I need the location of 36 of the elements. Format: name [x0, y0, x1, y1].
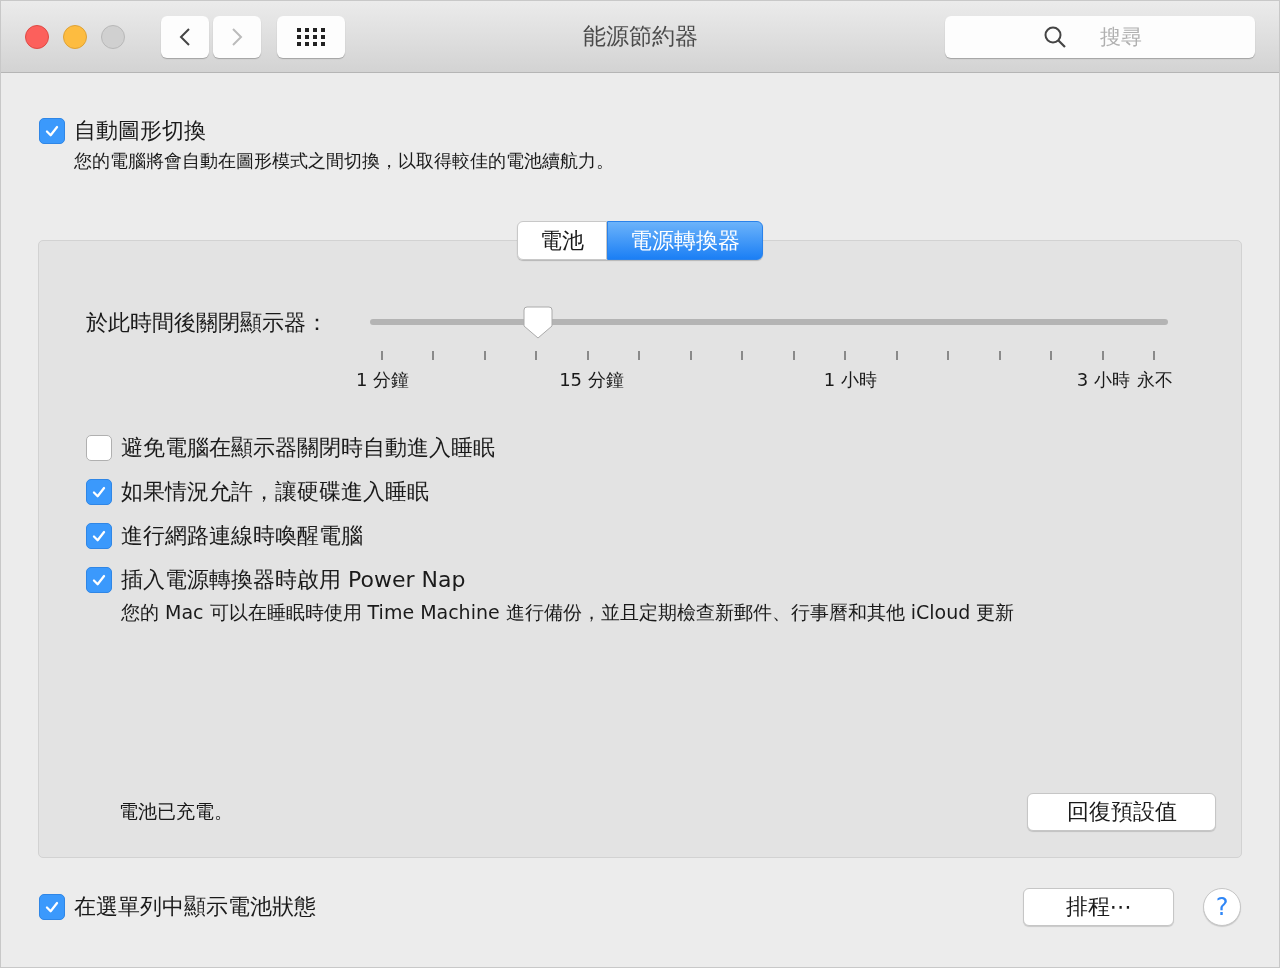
slider[interactable] — [370, 306, 1168, 340]
option-label: 避免電腦在顯示器關閉時自動進入睡眠 — [121, 434, 495, 462]
close-button[interactable] — [25, 24, 49, 49]
search-icon — [1043, 24, 1067, 49]
window-title: 能源節約器 — [582, 22, 698, 51]
grid-icon — [297, 27, 325, 46]
search-field[interactable]: 搜尋 — [945, 15, 1255, 58]
option-label: 進行網路連線時喚醒電腦 — [121, 522, 363, 550]
checkbox[interactable] — [86, 435, 112, 461]
tick-label: 15 分鐘 — [559, 368, 624, 392]
option-label: 在選單列中顯示電池狀態 — [74, 893, 316, 921]
tick-label: 3 小時 — [1076, 368, 1130, 392]
tab[interactable]: 電池 — [517, 221, 607, 260]
checked-checkbox[interactable] — [39, 118, 65, 144]
help-button[interactable]: ? — [1203, 888, 1241, 926]
restore-defaults-button[interactable]: 回復預設值 — [1027, 793, 1216, 831]
show-all-button[interactable] — [277, 15, 345, 58]
tick-label: 1 小時 — [823, 368, 877, 392]
option-description: 您的 Mac 可以在睡眠時使用 Time Machine 進行備份，並且定期檢查新郵件、行事曆和其他 iCloud 更新 — [121, 600, 1016, 625]
checked-checkbox[interactable] — [86, 523, 112, 549]
tick-label: 永不 — [1137, 368, 1173, 392]
chevron-right-icon — [231, 26, 243, 47]
option-label: 如果情況允許，讓硬碟進入睡眠 — [121, 478, 429, 506]
checked-checkbox[interactable] — [86, 567, 112, 593]
option-label: 自動圖形切換 — [74, 117, 206, 145]
checked-checkbox[interactable] — [86, 479, 112, 505]
chevron-left-icon — [179, 26, 191, 47]
option-label: 插入電源轉換器時啟用 Power Nap — [121, 566, 466, 594]
back-button[interactable] — [161, 15, 209, 58]
schedule-button[interactable]: 排程⋯ — [1023, 888, 1174, 926]
slider-thumb[interactable] — [522, 306, 553, 340]
checked-checkbox[interactable] — [39, 894, 65, 920]
battery-status: 電池已充電。 — [119, 799, 233, 824]
tick-label: 1 分鐘 — [356, 368, 410, 392]
option-description: 您的電腦將會自動在圖形模式之間切換，以取得較佳的電池續航力。 — [74, 149, 615, 173]
slider-label: 於此時間後關閉顯示器： — [86, 309, 329, 337]
